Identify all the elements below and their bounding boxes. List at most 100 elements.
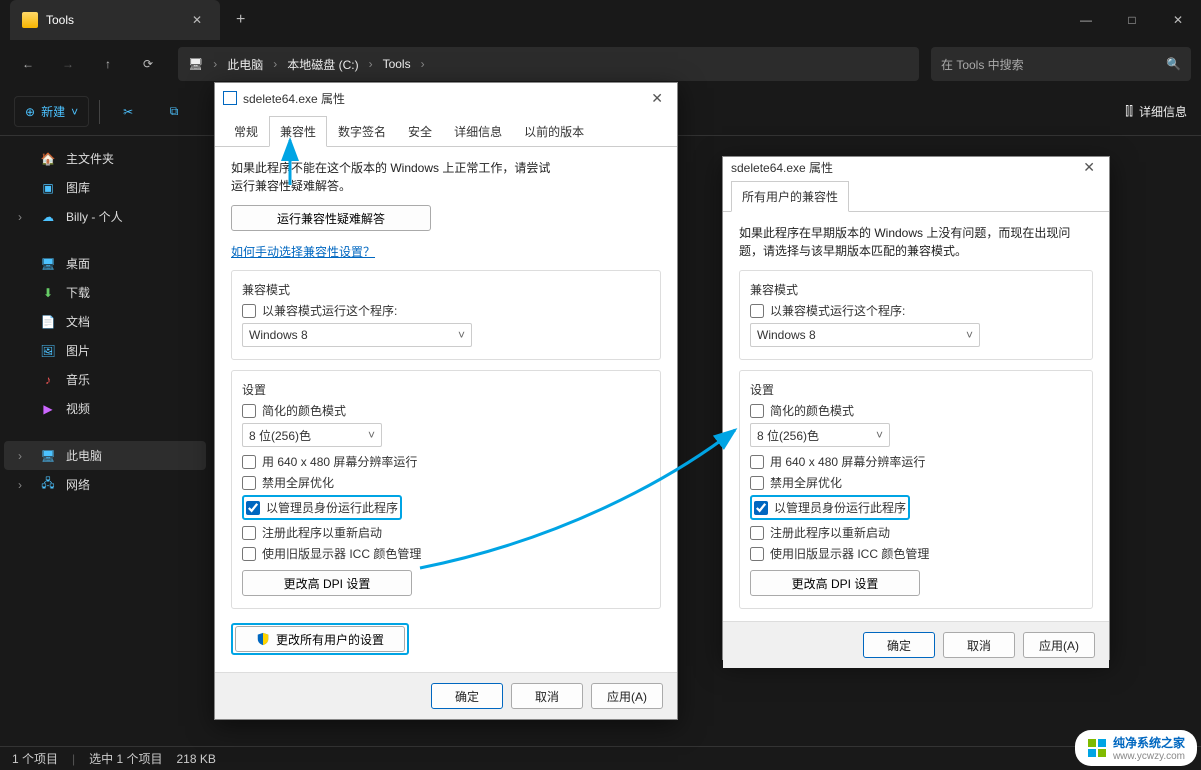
all-users-button[interactable]: 更改所有用户的设置 [235,626,405,652]
status-size: 218 KB [176,752,215,766]
maximize-button[interactable]: □ [1109,0,1155,40]
tab-signatures[interactable]: 数字签名 [327,116,397,147]
minimize-button[interactable]: — [1063,0,1109,40]
chevron-icon: › [369,57,373,71]
res-640-checkbox[interactable]: 用 640 x 480 屏幕分辨率运行 [242,453,650,470]
chevron-icon: › [421,57,425,71]
tab-close-icon[interactable]: ✕ [186,11,208,29]
group-label: 设置 [750,381,1082,398]
intro-text: 如果此程序不能在这个版本的 Windows 上正常工作，请尝试运行兼容性疑难解答… [231,159,551,195]
plus-icon: ⊕ [25,105,35,119]
sidebar-item-desktop[interactable]: 🖥桌面 [4,249,206,278]
cut-button[interactable]: ✂ [110,94,146,130]
tab-previous[interactable]: 以前的版本 [513,116,595,147]
new-button[interactable]: ⊕ 新建 ˅ [14,96,89,127]
dialog-titlebar[interactable]: sdelete64.exe 属性 ✕ [723,157,1109,178]
breadcrumb[interactable]: Tools [383,57,411,71]
pc-icon: 🖥 [188,57,203,71]
properties-dialog: sdelete64.exe 属性 ✕ 常规 兼容性 数字签名 安全 详细信息 以… [214,82,678,720]
register-restart-checkbox[interactable]: 注册此程序以重新启动 [750,524,1082,541]
status-item-count: 1 个项目 [12,750,58,767]
close-button[interactable]: ✕ [1155,0,1201,40]
ok-button[interactable]: 确定 [863,632,935,658]
compat-os-select[interactable]: Windows 8˅ [750,323,980,347]
group-label: 设置 [242,381,650,398]
chevron-down-icon: ˅ [458,328,465,342]
ok-button[interactable]: 确定 [431,683,503,709]
sidebar-item-videos[interactable]: ▶视频 [4,394,206,423]
sidebar-item-network[interactable]: ›🖧网络 [4,470,206,499]
apply-button[interactable]: 应用(A) [1023,632,1095,658]
disable-fullscreen-checkbox[interactable]: 禁用全屏优化 [242,474,650,491]
new-tab-button[interactable]: + [220,11,261,29]
window-tab[interactable]: Tools ✕ [10,0,220,40]
run-as-admin-checkbox[interactable]: 以管理员身份运行此程序 [246,499,398,516]
apply-button[interactable]: 应用(A) [591,683,663,709]
chevron-down-icon: ˅ [966,328,973,342]
compat-mode-group: 兼容模式 以兼容模式运行这个程序: Windows 8˅ [231,270,661,360]
refresh-button[interactable]: ⟳ [130,46,166,82]
search-input[interactable]: 在 Tools 中搜索 🔍 [931,47,1191,81]
up-button[interactable]: ↑ [90,46,126,82]
tab-details[interactable]: 详细信息 [443,116,513,147]
folder-icon [22,12,38,28]
troubleshoot-button[interactable]: 运行兼容性疑难解答 [231,205,431,231]
color-depth-select[interactable]: 8 位(256)色˅ [242,423,382,447]
settings-group: 设置 简化的颜色模式 8 位(256)色˅ 用 640 x 480 屏幕分辨率运… [739,370,1093,609]
reduced-color-checkbox[interactable]: 简化的颜色模式 [242,402,650,419]
statusbar: 1 个项目 | 选中 1 个项目 218 KB [0,746,1201,770]
legacy-icc-checkbox[interactable]: 使用旧版显示器 ICC 颜色管理 [750,545,1082,562]
sidebar-item-user[interactable]: ›☁Billy - 个人 [4,202,206,231]
dialog-tabs: 常规 兼容性 数字签名 安全 详细信息 以前的版本 [215,113,677,147]
compat-mode-checkbox[interactable]: 以兼容模式运行这个程序: [242,302,650,319]
forward-button[interactable]: → [50,46,86,82]
tab-title: Tools [46,13,74,27]
tab-all-users-compat[interactable]: 所有用户的兼容性 [731,181,849,212]
legacy-icc-checkbox[interactable]: 使用旧版显示器 ICC 颜色管理 [242,545,650,562]
dialog-body: 如果此程序不能在这个版本的 Windows 上正常工作，请尝试运行兼容性疑难解答… [215,147,677,672]
cancel-button[interactable]: 取消 [943,632,1015,658]
dialog-titlebar[interactable]: sdelete64.exe 属性 ✕ [215,83,677,113]
tab-general[interactable]: 常规 [223,116,269,147]
compat-os-select[interactable]: Windows 8˅ [242,323,472,347]
run-as-admin-checkbox[interactable]: 以管理员身份运行此程序 [754,499,906,516]
sidebar-item-gallery[interactable]: ▣图库 [4,173,206,202]
tab-compatibility[interactable]: 兼容性 [269,116,327,147]
register-restart-checkbox[interactable]: 注册此程序以重新启动 [242,524,650,541]
dialog-close-button[interactable]: ✕ [645,88,669,109]
copy-button[interactable]: ⧉ [156,94,192,130]
address-bar[interactable]: 🖥 › 此电脑 › 本地磁盘 (C:) › Tools › [178,47,919,81]
reduced-color-checkbox[interactable]: 简化的颜色模式 [750,402,1082,419]
sidebar-item-thispc[interactable]: ›🖥此电脑 [4,441,206,470]
change-dpi-button[interactable]: 更改高 DPI 设置 [242,570,412,596]
tab-security[interactable]: 安全 [397,116,443,147]
res-640-checkbox[interactable]: 用 640 x 480 屏幕分辨率运行 [750,453,1082,470]
sidebar-item-pictures[interactable]: 🖼图片 [4,336,206,365]
new-label: 新建 [41,103,65,120]
app-icon [223,91,237,105]
chevron-down-icon: ˅ [876,428,883,442]
change-dpi-button[interactable]: 更改高 DPI 设置 [750,570,920,596]
compat-mode-group: 兼容模式 以兼容模式运行这个程序: Windows 8˅ [739,270,1093,360]
color-depth-select[interactable]: 8 位(256)色˅ [750,423,890,447]
chevron-icon: › [213,57,217,71]
back-button[interactable]: ← [10,46,46,82]
breadcrumb[interactable]: 此电脑 [227,56,263,73]
details-pane-button[interactable]: ⫿⫿ 详细信息 [1125,103,1187,120]
sidebar-item-music[interactable]: ♪音乐 [4,365,206,394]
sidebar-item-documents[interactable]: 📄文档 [4,307,206,336]
manual-settings-link[interactable]: 如何手动选择兼容性设置？ [231,245,375,259]
disable-fullscreen-checkbox[interactable]: 禁用全屏优化 [750,474,1082,491]
sidebar-item-home[interactable]: 🏠主文件夹 [4,144,206,173]
group-label: 兼容模式 [750,281,1082,298]
breadcrumb[interactable]: 本地磁盘 (C:) [287,56,358,73]
dialog-close-button[interactable]: ✕ [1077,157,1101,178]
search-icon: 🔍 [1166,57,1181,71]
search-placeholder: 在 Tools 中搜索 [941,56,1024,73]
compat-mode-checkbox[interactable]: 以兼容模式运行这个程序: [750,302,1082,319]
watermark-url: www.ycwzy.com [1113,751,1185,762]
cancel-button[interactable]: 取消 [511,683,583,709]
sidebar: 🏠主文件夹 ▣图库 ›☁Billy - 个人 🖥桌面 ⬇下载 📄文档 🖼图片 ♪… [0,136,210,746]
dialog-buttons: 确定 取消 应用(A) [215,672,677,719]
sidebar-item-downloads[interactable]: ⬇下载 [4,278,206,307]
